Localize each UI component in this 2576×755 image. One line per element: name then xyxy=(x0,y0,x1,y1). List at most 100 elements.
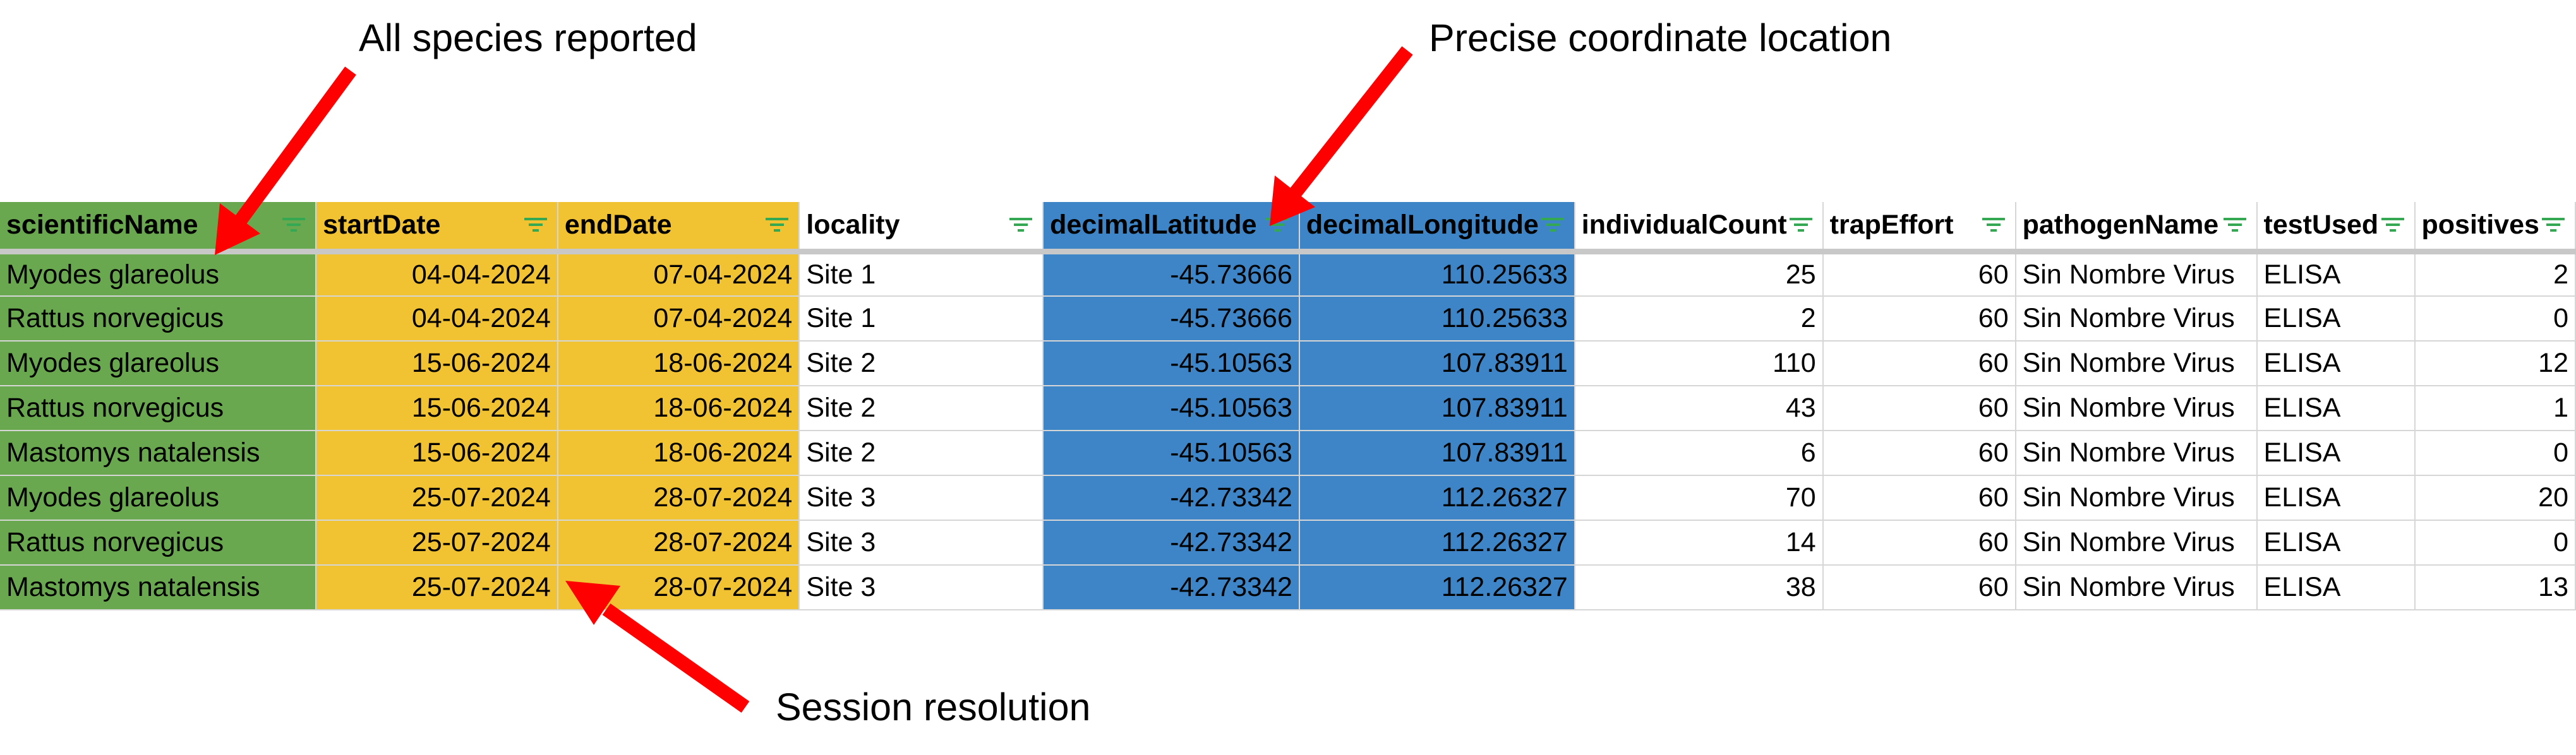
cell-test-used[interactable]: ELISA xyxy=(2256,341,2416,386)
cell-locality[interactable]: Site 2 xyxy=(799,386,1044,431)
cell-decimal-latitude[interactable]: -42.73342 xyxy=(1043,520,1300,566)
col-header-scientific-name[interactable]: scientificName xyxy=(0,202,317,254)
cell-test-used[interactable]: ELISA xyxy=(2256,565,2416,610)
cell-trap-effort[interactable]: 60 xyxy=(1822,251,2016,297)
cell-decimal-latitude[interactable]: -42.73342 xyxy=(1043,475,1300,521)
cell-individual-count[interactable]: 38 xyxy=(1574,565,1824,610)
col-header-positives[interactable]: positives xyxy=(2414,202,2576,254)
cell-decimal-latitude[interactable]: -45.73666 xyxy=(1043,251,1300,297)
cell-trap-effort[interactable]: 60 xyxy=(1822,386,2016,431)
cell-positives[interactable]: 13 xyxy=(2414,565,2576,610)
cell-test-used[interactable]: ELISA xyxy=(2256,520,2416,566)
cell-decimal-longitude[interactable]: 110.25633 xyxy=(1299,251,1575,297)
filter-icon[interactable] xyxy=(2541,216,2566,235)
cell-locality[interactable]: Site 3 xyxy=(799,520,1044,566)
cell-individual-count[interactable]: 14 xyxy=(1574,520,1824,566)
cell-individual-count[interactable]: 2 xyxy=(1574,296,1824,342)
cell-pathogen-name[interactable]: Sin Nombre Virus xyxy=(2015,296,2258,342)
cell-start-date[interactable]: 15-06-2024 xyxy=(316,431,558,476)
cell-locality[interactable]: Site 3 xyxy=(799,475,1044,521)
filter-icon[interactable] xyxy=(764,216,790,235)
cell-trap-effort[interactable]: 60 xyxy=(1822,341,2016,386)
cell-decimal-latitude[interactable]: -45.73666 xyxy=(1043,296,1300,342)
cell-end-date[interactable]: 28-07-2024 xyxy=(557,475,800,521)
cell-start-date[interactable]: 15-06-2024 xyxy=(316,386,558,431)
cell-decimal-longitude[interactable]: 112.26327 xyxy=(1299,520,1575,566)
cell-trap-effort[interactable]: 60 xyxy=(1822,475,2016,521)
cell-locality[interactable]: Site 2 xyxy=(799,341,1044,386)
cell-pathogen-name[interactable]: Sin Nombre Virus xyxy=(2015,431,2258,476)
cell-test-used[interactable]: ELISA xyxy=(2256,431,2416,476)
col-header-decimal-longitude[interactable]: decimalLongitude xyxy=(1299,202,1575,254)
cell-scientific-name[interactable]: Rattus norvegicus xyxy=(0,296,317,342)
cell-scientific-name[interactable]: Rattus norvegicus xyxy=(0,520,317,566)
cell-individual-count[interactable]: 25 xyxy=(1574,251,1824,297)
cell-test-used[interactable]: ELISA xyxy=(2256,296,2416,342)
cell-decimal-longitude[interactable]: 112.26327 xyxy=(1299,565,1575,610)
col-header-trap-effort[interactable]: trapEffort xyxy=(1822,202,2016,254)
filter-icon[interactable] xyxy=(523,216,548,235)
cell-decimal-longitude[interactable]: 110.25633 xyxy=(1299,296,1575,342)
cell-positives[interactable]: 1 xyxy=(2414,386,2576,431)
cell-locality[interactable]: Site 3 xyxy=(799,565,1044,610)
cell-end-date[interactable]: 07-04-2024 xyxy=(557,251,800,297)
filter-icon[interactable] xyxy=(2222,216,2248,235)
filter-icon[interactable] xyxy=(281,216,306,235)
cell-end-date[interactable]: 18-06-2024 xyxy=(557,431,800,476)
cell-end-date[interactable]: 18-06-2024 xyxy=(557,341,800,386)
cell-decimal-latitude[interactable]: -45.10563 xyxy=(1043,431,1300,476)
cell-trap-effort[interactable]: 60 xyxy=(1822,296,2016,342)
col-header-pathogen-name[interactable]: pathogenName xyxy=(2015,202,2258,254)
cell-positives[interactable]: 0 xyxy=(2414,520,2576,566)
col-header-end-date[interactable]: endDate xyxy=(557,202,800,254)
col-header-locality[interactable]: locality xyxy=(799,202,1044,254)
cell-trap-effort[interactable]: 60 xyxy=(1822,431,2016,476)
filter-icon[interactable] xyxy=(2380,216,2405,235)
filter-icon[interactable] xyxy=(1540,216,1565,235)
filter-icon[interactable] xyxy=(1265,216,1290,235)
cell-scientific-name[interactable]: Mastomys natalensis xyxy=(0,431,317,476)
cell-pathogen-name[interactable]: Sin Nombre Virus xyxy=(2015,251,2258,297)
cell-positives[interactable]: 12 xyxy=(2414,341,2576,386)
cell-decimal-longitude[interactable]: 107.83911 xyxy=(1299,431,1575,476)
cell-positives[interactable]: 2 xyxy=(2414,251,2576,297)
col-header-start-date[interactable]: startDate xyxy=(316,202,558,254)
cell-scientific-name[interactable]: Mastomys natalensis xyxy=(0,565,317,610)
cell-end-date[interactable]: 18-06-2024 xyxy=(557,386,800,431)
cell-decimal-latitude[interactable]: -45.10563 xyxy=(1043,341,1300,386)
cell-locality[interactable]: Site 2 xyxy=(799,431,1044,476)
col-header-test-used[interactable]: testUsed xyxy=(2256,202,2416,254)
cell-scientific-name[interactable]: Rattus norvegicus xyxy=(0,386,317,431)
cell-end-date[interactable]: 07-04-2024 xyxy=(557,296,800,342)
cell-positives[interactable]: 0 xyxy=(2414,431,2576,476)
cell-start-date[interactable]: 25-07-2024 xyxy=(316,520,558,566)
cell-decimal-latitude[interactable]: -45.10563 xyxy=(1043,386,1300,431)
filter-icon[interactable] xyxy=(1788,216,1814,235)
cell-test-used[interactable]: ELISA xyxy=(2256,386,2416,431)
cell-positives[interactable]: 20 xyxy=(2414,475,2576,521)
cell-pathogen-name[interactable]: Sin Nombre Virus xyxy=(2015,520,2258,566)
cell-pathogen-name[interactable]: Sin Nombre Virus xyxy=(2015,386,2258,431)
cell-pathogen-name[interactable]: Sin Nombre Virus xyxy=(2015,341,2258,386)
filter-icon[interactable] xyxy=(1981,216,2006,235)
filter-icon[interactable] xyxy=(1008,216,1033,235)
cell-scientific-name[interactable]: Myodes glareolus xyxy=(0,475,317,521)
cell-scientific-name[interactable]: Myodes glareolus xyxy=(0,251,317,297)
cell-start-date[interactable]: 04-04-2024 xyxy=(316,251,558,297)
cell-trap-effort[interactable]: 60 xyxy=(1822,565,2016,610)
cell-locality[interactable]: Site 1 xyxy=(799,296,1044,342)
cell-decimal-longitude[interactable]: 107.83911 xyxy=(1299,341,1575,386)
cell-locality[interactable]: Site 1 xyxy=(799,251,1044,297)
col-header-decimal-latitude[interactable]: decimalLatitude xyxy=(1043,202,1300,254)
cell-individual-count[interactable]: 110 xyxy=(1574,341,1824,386)
cell-pathogen-name[interactable]: Sin Nombre Virus xyxy=(2015,475,2258,521)
cell-decimal-latitude[interactable]: -42.73342 xyxy=(1043,565,1300,610)
cell-test-used[interactable]: ELISA xyxy=(2256,475,2416,521)
cell-pathogen-name[interactable]: Sin Nombre Virus xyxy=(2015,565,2258,610)
cell-end-date[interactable]: 28-07-2024 xyxy=(557,520,800,566)
cell-decimal-longitude[interactable]: 107.83911 xyxy=(1299,386,1575,431)
cell-individual-count[interactable]: 43 xyxy=(1574,386,1824,431)
cell-test-used[interactable]: ELISA xyxy=(2256,251,2416,297)
col-header-individual-count[interactable]: individualCount xyxy=(1574,202,1824,254)
cell-individual-count[interactable]: 6 xyxy=(1574,431,1824,476)
